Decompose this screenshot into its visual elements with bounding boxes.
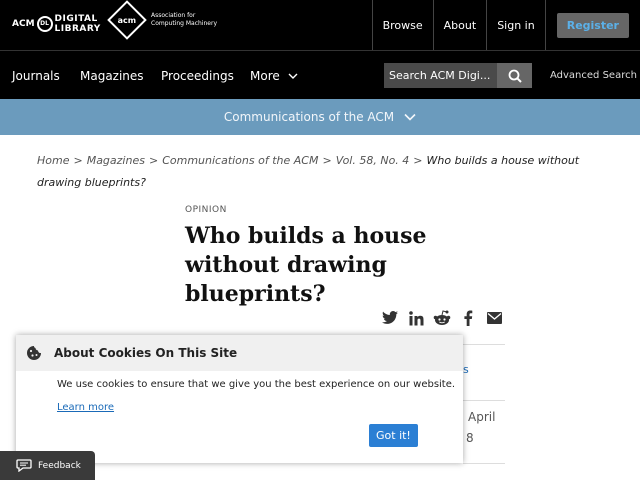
divider: [463, 400, 505, 401]
browse-link[interactable]: Browse: [371, 0, 433, 50]
acm-diamond-icon: acm: [107, 0, 147, 40]
breadcrumb: Home > Magazines > Communications of the ACM…: [37, 150, 597, 194]
dl-logo-line1: DIGITAL: [54, 14, 98, 24]
dl-logo-text: DIGITAL LIBRARY: [55, 14, 101, 34]
date-fragment: April: [468, 410, 496, 424]
number-fragment: 8: [466, 431, 474, 445]
article-title: Who builds a house without drawing bluep…: [185, 223, 427, 307]
accept-cookies-button[interactable]: Got it!: [369, 424, 418, 447]
acm-digital-library-logo[interactable]: ACM DL DIGITAL LIBRARY: [12, 14, 101, 34]
acm-logo-text: Association for Computing Machinery: [151, 12, 217, 28]
feedback-label: Feedback: [38, 460, 81, 471]
feedback-button[interactable]: Feedback: [0, 451, 95, 480]
publication-bar[interactable]: Communications of the ACM: [0, 99, 640, 135]
dl-logo-prefix: ACM: [12, 19, 35, 29]
background-link-fragment: s: [463, 363, 469, 376]
cookie-dialog-title: About Cookies On This Site: [54, 346, 238, 360]
email-icon[interactable]: [484, 308, 504, 328]
search-input[interactable]: [384, 63, 497, 88]
breadcrumb-separator: >: [148, 154, 159, 167]
breadcrumb-separator: >: [322, 154, 332, 167]
breadcrumb-cacm[interactable]: Communications of the ACM: [162, 154, 318, 167]
about-link[interactable]: About: [432, 0, 487, 50]
main-nav: Journals Magazines Proceedings More Adva…: [0, 50, 640, 99]
reddit-icon[interactable]: [432, 308, 452, 328]
nav-journals[interactable]: Journals: [12, 51, 60, 100]
nav-proceedings[interactable]: Proceedings: [161, 51, 234, 100]
acm-logo-mark: acm: [117, 15, 137, 25]
linkedin-icon[interactable]: [406, 308, 426, 328]
twitter-icon[interactable]: [380, 308, 400, 328]
advanced-search-link[interactable]: Advanced Search: [550, 51, 637, 100]
breadcrumb-separator: >: [73, 154, 83, 167]
publication-bar-label: Communications of the ACM: [223, 110, 395, 124]
acm-logo[interactable]: acm Association for Computing Machinery: [107, 0, 217, 40]
top-nav: Browse About Sign in Register: [371, 0, 640, 50]
sign-in-link[interactable]: Sign in: [486, 0, 545, 50]
divider: [463, 463, 505, 464]
nav-more[interactable]: More: [250, 51, 298, 100]
cookie-dialog: About Cookies On This Site We use cookie…: [16, 335, 463, 463]
article-section-label: OPINION: [185, 205, 227, 215]
acm-logo-line1: Association for: [151, 12, 196, 19]
search-icon: [508, 69, 522, 83]
nav-more-label: More: [250, 68, 280, 83]
register-wrapper: Register: [544, 0, 640, 50]
top-bar: ACM DL DIGITAL LIBRARY acm Association f…: [0, 0, 640, 50]
chat-bubble-icon: [16, 459, 32, 472]
divider: [463, 344, 505, 345]
breadcrumb-volume[interactable]: Vol. 58, No. 4: [336, 154, 410, 167]
breadcrumb-home[interactable]: Home: [37, 154, 69, 167]
cookie-dialog-header: About Cookies On This Site: [16, 335, 463, 371]
cookie-icon: [27, 346, 41, 360]
dl-logo-line2: LIBRARY: [54, 24, 101, 34]
chevron-down-icon: [404, 113, 416, 121]
nav-magazines[interactable]: Magazines: [80, 51, 144, 100]
search-button[interactable]: [497, 63, 532, 88]
facebook-icon[interactable]: [458, 308, 478, 328]
learn-more-link[interactable]: Learn more: [57, 402, 114, 413]
share-bar: [380, 308, 504, 328]
search-box: [384, 63, 532, 88]
breadcrumb-magazines[interactable]: Magazines: [87, 154, 145, 167]
cookie-dialog-body: We use cookies to ensure that we give yo…: [57, 379, 456, 390]
register-button[interactable]: Register: [556, 12, 629, 38]
dl-logo-mark: DL: [36, 16, 53, 32]
chevron-down-icon: [288, 73, 298, 79]
acm-logo-line2: Computing Machinery: [151, 20, 217, 27]
breadcrumb-separator: >: [413, 154, 423, 167]
